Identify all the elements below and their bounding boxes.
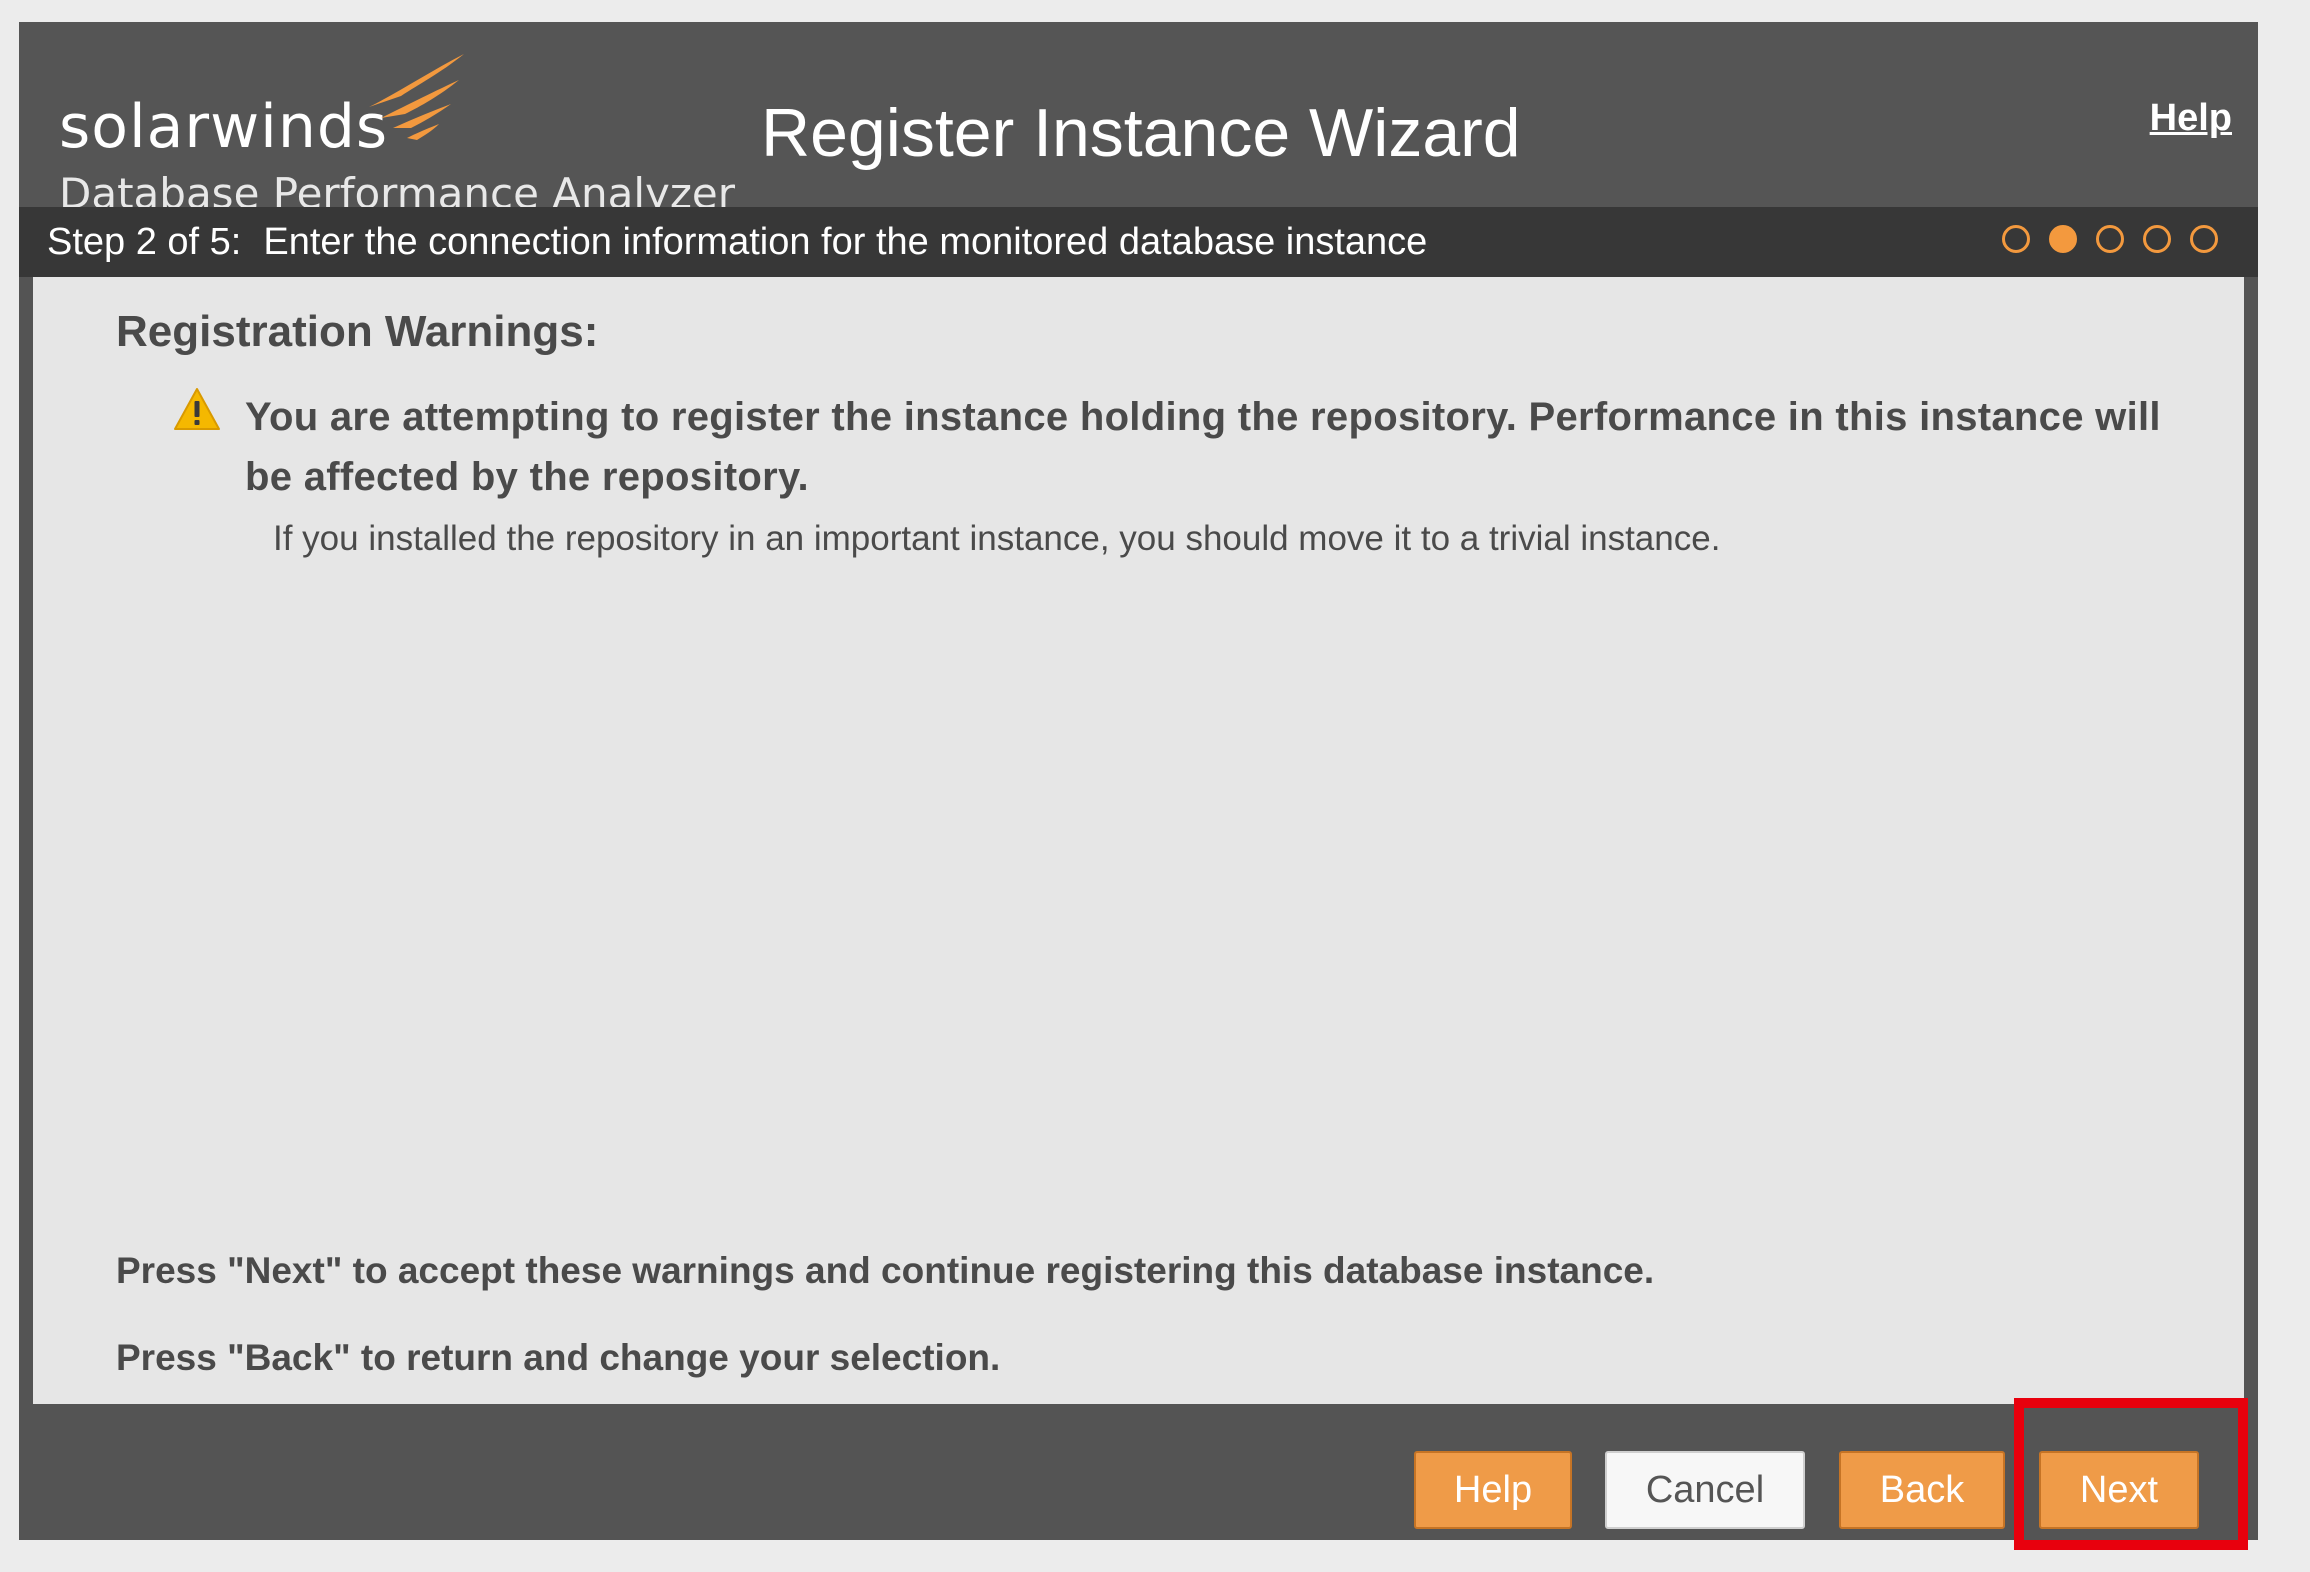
wizard-footer: Help Cancel Back Next — [19, 1404, 2258, 1540]
step-bar: Step 2 of 5: Enter the connection informa… — [19, 207, 2258, 277]
solarwinds-flame-icon — [369, 54, 464, 140]
solarwinds-logo: solarwinds Database Performance Analyzer — [59, 54, 739, 218]
step-dot-2-current — [2049, 225, 2077, 253]
wizard-header: solarwinds Database Performance Analyzer… — [19, 22, 2258, 218]
warning-detail: If you installed the repository in an im… — [273, 519, 1721, 558]
header-help-link[interactable]: Help — [2150, 97, 2232, 140]
wizard-content: Registration Warnings: You are attemptin… — [33, 277, 2244, 1404]
brand-name: solarwinds — [59, 92, 389, 162]
wizard-title: Register Instance Wizard — [761, 95, 1521, 171]
instruction-next: Press "Next" to accept these warnings an… — [116, 1250, 1655, 1291]
step-label: Step 2 of 5: — [47, 221, 242, 263]
help-button[interactable]: Help — [1414, 1451, 1572, 1529]
instruction-back: Press "Back" to return and change your s… — [116, 1337, 1001, 1378]
warning-triangle-icon — [174, 388, 220, 430]
warning-message: You are attempting to register the insta… — [245, 395, 2161, 499]
step-dot-1 — [2002, 225, 2030, 253]
step-progress-dots — [2002, 225, 2218, 253]
cancel-button[interactable]: Cancel — [1605, 1451, 1805, 1529]
register-instance-wizard: solarwinds Database Performance Analyzer… — [19, 22, 2258, 1550]
step-dot-5 — [2190, 225, 2218, 253]
step-description: Enter the connection information for the… — [263, 221, 1428, 263]
back-button[interactable]: Back — [1839, 1451, 2005, 1529]
next-button[interactable]: Next — [2039, 1451, 2199, 1529]
registration-warnings-heading: Registration Warnings: — [116, 307, 599, 356]
step-dot-4 — [2143, 225, 2171, 253]
step-indicator-text: Step 2 of 5: Enter the connection informa… — [47, 221, 1427, 264]
step-dot-3 — [2096, 225, 2124, 253]
